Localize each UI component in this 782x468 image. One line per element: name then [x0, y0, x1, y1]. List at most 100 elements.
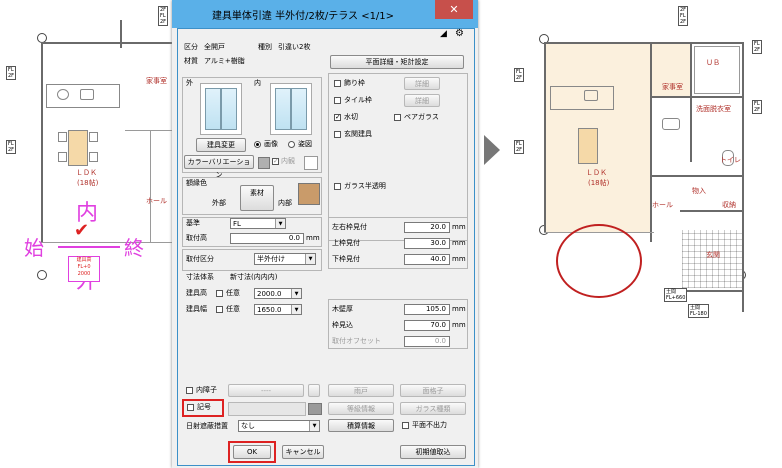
chevron-down-icon: ▼ — [305, 254, 315, 264]
naishoji-field[interactable]: ---- — [228, 384, 304, 397]
room-ldk-label: ＬＤＫ — [76, 169, 97, 177]
chair — [58, 152, 67, 162]
room-kaji-label: 家事室 — [146, 77, 167, 85]
gaibu-label: 外部 — [212, 199, 226, 207]
radio-sugata[interactable] — [288, 141, 295, 148]
cancel-button[interactable]: キャンセル — [282, 445, 324, 459]
kijun-select[interactable]: FL ▼ — [230, 218, 286, 229]
dimension-tag: FL 2F — [752, 40, 763, 54]
tile-waku-checkbox[interactable] — [334, 97, 341, 104]
toritsuke-kubun-select[interactable]: 半外付け ▼ — [254, 253, 316, 265]
fl-tag: 土間 FL-180 — [688, 304, 709, 318]
dim-input[interactable]: 30.0 — [404, 238, 450, 249]
wall — [120, 20, 122, 48]
amado-button[interactable]: 雨戸 — [328, 384, 394, 397]
tategu-henko-button[interactable]: 建具変更 — [196, 138, 246, 152]
dimension-tag: FL 2F — [752, 100, 763, 114]
dimension-tag: FL 2F — [6, 66, 17, 80]
naibu-label: 内部 — [278, 199, 292, 207]
kabe-input[interactable]: 105.0 — [404, 304, 450, 315]
unit-mm: mm — [306, 234, 320, 242]
soto-label: 外 — [186, 79, 193, 87]
glass-shurui-button[interactable]: ガラス種類 — [400, 402, 466, 415]
offset-input[interactable]: 0.0 — [404, 336, 450, 347]
dim-input[interactable]: 20.0 — [404, 222, 450, 233]
washbasin-icon — [662, 118, 680, 130]
wall — [680, 290, 744, 292]
radio-gazo[interactable] — [254, 141, 261, 148]
takasa-label: 建具高 — [186, 289, 207, 297]
color-swatch[interactable] — [258, 157, 270, 169]
mizukiri-checkbox[interactable]: ✓ — [334, 114, 341, 121]
ldk-floor — [546, 44, 650, 232]
naishoji-label: 内障子 — [196, 386, 217, 394]
ok-button[interactable]: OK — [233, 445, 271, 459]
radio-gazo-label: 画像 — [264, 140, 278, 148]
heimen-fushutsu-checkbox[interactable] — [402, 422, 409, 429]
chair — [89, 132, 98, 142]
pair-glass-label: ペアガラス — [404, 113, 439, 121]
gear-icon[interactable]: ⚙ — [455, 29, 465, 39]
dim-label: 上枠見付 — [332, 239, 360, 247]
kigo-field[interactable] — [228, 402, 306, 416]
title-bar[interactable]: 建具単体引違 半外付/2枚/テラス <1/1> ✕ — [172, 0, 478, 28]
takasa-nini-label: 任意 — [226, 289, 240, 297]
kazariwaku-detail-button[interactable]: 詳細 — [404, 77, 440, 90]
hiyoke-label: 日射遮蔽措置 — [186, 422, 228, 430]
haba-nini-checkbox[interactable] — [216, 306, 223, 313]
naikan-checkbox[interactable]: ✓ — [272, 158, 279, 165]
kubun-label: 区分 — [184, 43, 198, 51]
naishoji-more-button[interactable] — [308, 384, 320, 397]
uchi-label: 内 — [254, 79, 261, 87]
hall-label: ホール — [146, 197, 167, 205]
unit-mm: mm — [452, 223, 466, 231]
wall — [41, 42, 172, 44]
kazariwaku-checkbox[interactable] — [334, 80, 341, 87]
mengoshi-button[interactable]: 面格子 — [400, 384, 466, 397]
heimen-shosai-button[interactable]: 平面詳細・矩計設定 — [330, 55, 464, 69]
dim-input[interactable]: 40.0 — [404, 254, 450, 265]
room-monoire-label: 物入 — [692, 187, 706, 195]
naikan-swatch[interactable] — [304, 156, 318, 170]
chevron-down-icon: ▼ — [275, 219, 285, 228]
heimen-fushutsu-label: 平面不出力 — [412, 421, 447, 429]
sink-icon — [80, 89, 94, 100]
toritsukedaka-input[interactable]: 0.0 — [230, 233, 304, 244]
door-settings-dialog: 建具単体引違 半外付/2枚/テラス <1/1> ✕ ◢ ⚙ 区分 全開戸 種別 … — [172, 0, 478, 468]
unit-mm: mm — [452, 321, 466, 329]
glass-semi-checkbox[interactable] — [334, 183, 341, 190]
wood-swatch[interactable] — [298, 183, 320, 205]
haba-select[interactable]: 1650.0 ▼ — [254, 304, 302, 315]
hiyoke-select[interactable]: なし ▼ — [238, 420, 320, 432]
room-ldk-label: ＬＤＫ — [586, 169, 607, 177]
chevron-down-icon: ▼ — [291, 305, 301, 314]
wall — [650, 96, 744, 98]
gakuen-label: 額縁色 — [186, 179, 207, 187]
kigo-color-swatch[interactable] — [308, 403, 322, 415]
naishoji-checkbox[interactable] — [186, 387, 193, 394]
edit-icon[interactable]: ◢ — [440, 29, 450, 39]
genkan-checkbox[interactable] — [334, 131, 341, 138]
kyu-joho-button[interactable]: 等級情報 — [328, 402, 394, 415]
shoki-button[interactable]: 初期値取込 — [400, 445, 466, 459]
room-ub-label: ＵＢ — [706, 59, 720, 67]
checkmark-icon: ✔ — [74, 220, 90, 241]
kigo-checkbox[interactable] — [187, 404, 194, 411]
sozai-button[interactable]: 素材 — [240, 185, 274, 211]
sekisan-button[interactable]: 積算情報 — [328, 419, 394, 432]
wakumi-input[interactable]: 70.0 — [404, 320, 450, 331]
dim-label: 下枠見付 — [332, 255, 360, 263]
wakumi-label: 枠見込 — [332, 321, 353, 329]
wall — [742, 42, 744, 312]
tile-waku-detail-button[interactable]: 詳細 — [404, 94, 440, 107]
color-variation-button[interactable]: カラーバリエーション — [184, 155, 254, 179]
pair-glass-checkbox[interactable] — [394, 114, 401, 121]
wall — [125, 130, 172, 131]
takasa-select[interactable]: 2000.0 ▼ — [254, 288, 302, 299]
kijun-label: 基準 — [186, 219, 200, 227]
unit-mm: mm — [452, 255, 466, 263]
kazariwaku-label: 飾り枠 — [344, 79, 365, 87]
takasa-nini-checkbox[interactable] — [216, 290, 223, 297]
fl-tag-line: FL+660 — [666, 295, 686, 301]
close-button[interactable]: ✕ — [435, 0, 473, 19]
